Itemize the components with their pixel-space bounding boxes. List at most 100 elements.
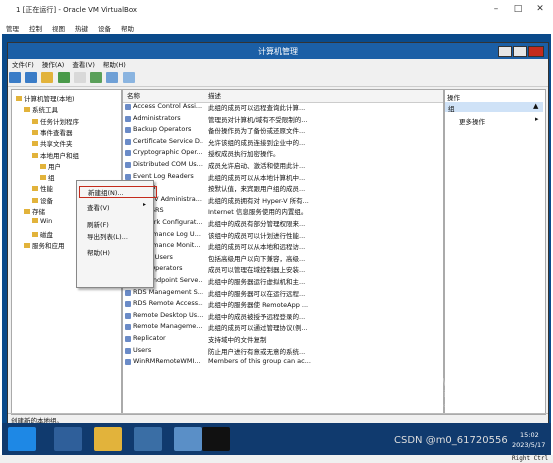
table-row[interactable]: Power Users包括高级用户以向下兼容，高级...	[123, 253, 443, 265]
table-row[interactable]: Print Operators 成员可以管理在域控制器上安装...	[123, 264, 443, 276]
table-row[interactable]: Distributed COM Us... 成员允许启动、激活和使用此计...	[123, 160, 443, 172]
table-row[interactable]: Hyper-V Administra... 此组的成员拥有对 Hyper-V 所有…	[123, 195, 443, 207]
table-row[interactable]: Access Control Assi... 此组的成员可以远程查询此计算...	[123, 102, 443, 114]
maximize-icon[interactable]	[513, 46, 527, 57]
computer-management-icon[interactable]	[134, 427, 162, 451]
vbox-menu-item[interactable]: 管理	[6, 25, 19, 33]
tree-item[interactable]: 计算机管理(本地)	[16, 93, 75, 103]
table-row[interactable]: Network Configurat... 此组中的成员有部分管理权限来...	[123, 218, 443, 230]
tree-item[interactable]: 磁盘	[32, 229, 53, 239]
start-icon[interactable]	[8, 427, 36, 451]
table-row[interactable]: Event Log Readers 此组的成员可以从本地计算机中...	[123, 172, 443, 184]
table-row[interactable]: Certificate Service D... 允许该组的成员连接到企业中的..…	[123, 137, 443, 149]
taskbar: CSDN @m0_61720556 15:02 2023/5/17	[2, 423, 551, 455]
column-desc-header[interactable]: 描述	[208, 90, 438, 100]
table-row[interactable]: Remote Manageme... 此组的成员可以通过管理协议(例...	[123, 322, 443, 334]
context-menu-item[interactable]: 导出列表(L)...	[87, 231, 128, 241]
close-icon[interactable]: ✕	[532, 4, 548, 16]
table-row[interactable]: IIS_IUSRSInternet 信息服务使用的内置组。	[123, 206, 443, 218]
minimize-icon[interactable]: –	[488, 4, 504, 16]
more-actions-link[interactable]: 更多操作	[459, 116, 485, 126]
vbox-menu-item[interactable]: 设备	[98, 25, 111, 33]
tree-item[interactable]: 系统工具	[24, 104, 58, 114]
file-explorer-icon[interactable]	[94, 427, 122, 451]
table-row[interactable]: Administrators 管理员对计算机/域有不受限制的...	[123, 114, 443, 126]
row-desc: 此组的成员可以远程查询此计算...	[208, 104, 306, 112]
context-menu-item[interactable]: 帮助(H)	[87, 247, 110, 257]
folder-icon	[32, 186, 38, 192]
table-row[interactable]: RDS Endpoint Serve... 此组中的服务器运行虚拟机和主...	[123, 276, 443, 288]
folder-icon	[32, 152, 38, 158]
tree-item[interactable]: 设备	[32, 195, 53, 205]
tree-item[interactable]: 用户	[40, 161, 61, 171]
table-row[interactable]: Users 防止用户进行有意或无意的系统...	[123, 346, 443, 358]
tree-item[interactable]: 本地用户和组	[32, 150, 79, 160]
table-row[interactable]: RDS Remote Access... 此组中的服务器使 RemoteApp .…	[123, 299, 443, 311]
minimize-icon[interactable]	[498, 46, 512, 57]
group-icon	[125, 138, 131, 145]
context-menu: 新建组(N)... 查看(V) 刷新(F) 导出列表(L)... 帮助(H) ▸	[76, 180, 157, 288]
cm-menubar: 文件(F) 操作(A) 查看(V) 帮助(H)	[8, 59, 548, 70]
cm-menu-item[interactable]: 查看(V)	[72, 61, 95, 69]
row-desc: 授权成员执行加密操作。	[208, 150, 280, 159]
refresh-icon[interactable]	[73, 72, 86, 83]
back-icon[interactable]	[9, 72, 21, 83]
tree-item[interactable]: 性能	[32, 183, 53, 193]
tree-item[interactable]: 共享文件夹	[32, 138, 73, 148]
collapse-icon[interactable]: ▲	[533, 102, 538, 110]
vbox-menu-item[interactable]: 帮助	[121, 25, 134, 33]
table-row[interactable]: Remote Desktop Us... 此组中的成员被授予远程登录的...	[123, 311, 443, 323]
close-icon[interactable]	[528, 46, 544, 57]
activation-watermark-sub: 转到"控制面板"中的"系统"以激活	[412, 390, 516, 398]
tree-item[interactable]: 存储	[24, 206, 45, 216]
group-icon	[125, 336, 131, 342]
context-menu-item[interactable]: 刷新(F)	[87, 219, 109, 229]
maximize-icon[interactable]: □	[510, 4, 526, 16]
table-row[interactable]: Backup Operators 备份操作员为了备份或还原文件...	[123, 125, 443, 137]
tree-item-label: 存储	[32, 208, 45, 216]
actions-group-row[interactable]: 组 ▲	[445, 102, 543, 113]
cm-menu-item[interactable]: 文件(F)	[12, 61, 34, 69]
help-icon[interactable]	[106, 72, 119, 83]
vbox-menu-item[interactable]: 控制	[29, 25, 42, 33]
row-name: Remote Desktop Us...	[133, 310, 203, 319]
tree-item-label: 系统工具	[32, 106, 58, 115]
table-row[interactable]: Performance Monit... 此组的成员可以从本地和远程访...	[123, 241, 443, 253]
folder-icon	[32, 197, 38, 203]
cm-menu-item[interactable]: 操作(A)	[42, 61, 65, 69]
folder-icon	[32, 231, 38, 237]
group-icon	[125, 150, 131, 157]
column-name-header[interactable]: 名称	[127, 90, 197, 100]
tree-item[interactable]: 组	[40, 172, 55, 182]
table-row[interactable]: WinRMRemoteWMI... Members of this group c…	[123, 357, 443, 369]
cmd-icon[interactable]	[202, 427, 230, 451]
up-folder-icon[interactable]	[41, 72, 54, 83]
context-menu-item[interactable]: 查看(V)	[87, 202, 110, 212]
context-menu-item[interactable]: 新建组(N)...	[79, 186, 157, 198]
export-icon[interactable]	[90, 72, 103, 83]
server-manager-icon[interactable]	[54, 427, 82, 451]
powershell-icon[interactable]	[174, 427, 202, 451]
forward-icon[interactable]	[25, 72, 38, 83]
activation-watermark-title: 激活 Windows	[412, 376, 487, 389]
tree-item[interactable]: Win	[32, 217, 52, 225]
csdn-watermark: CSDN @m0_61720556	[394, 435, 508, 446]
table-row[interactable]: Guests按默认值，来宾跟用户组的成员...	[123, 183, 443, 195]
tree-item-label: Win	[40, 217, 53, 226]
table-row[interactable]: Performance Log U... 该组中的成员可以计划进行性能...	[123, 230, 443, 242]
row-name: RDS Remote Access...	[133, 299, 203, 308]
vbox-menu-item[interactable]: 热键	[75, 25, 88, 33]
tree-item[interactable]: 服务和应用	[24, 240, 65, 250]
action-pane-icon[interactable]	[122, 72, 135, 83]
table-row[interactable]: Replicator 支持域中的文件复制	[123, 334, 443, 346]
row-name: WinRMRemoteWMI...	[133, 357, 201, 366]
table-row[interactable]: Cryptographic Oper... 授权成员执行加密操作。	[123, 148, 443, 160]
show-tree-icon[interactable]	[57, 72, 70, 83]
tree-item[interactable]: 事件查看器	[32, 127, 73, 137]
row-desc: Members of this group can ac...	[208, 357, 311, 366]
tree-item[interactable]: 任务计划程序	[32, 116, 79, 126]
actions-group-label: 组	[448, 105, 455, 113]
vbox-menu-item[interactable]: 视图	[52, 25, 65, 33]
cm-menu-item[interactable]: 帮助(H)	[103, 61, 126, 69]
table-row[interactable]: RDS Management S... 此组中的服务器可以在运行远程...	[123, 288, 443, 300]
